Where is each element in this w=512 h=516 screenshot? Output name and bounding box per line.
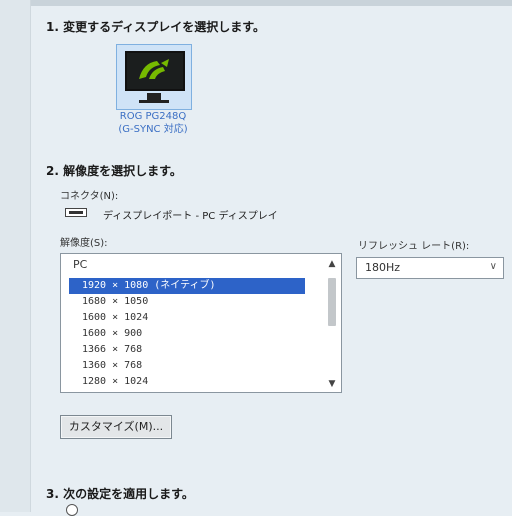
resolution-item[interactable]: 1600 × 900 <box>69 326 305 342</box>
display-caption[interactable]: ROG PG248Q (G-SYNC 対応) <box>96 110 210 136</box>
resolution-item[interactable]: 1600 × 1024 <box>69 310 305 326</box>
chevron-up-icon[interactable]: ▲ <box>325 258 339 270</box>
resolution-item[interactable]: 1360 × 768 <box>69 358 305 374</box>
resolution-listbox[interactable]: PC 1920 × 1080 (ネイティブ) 1680 × 1050 1600 … <box>60 253 342 393</box>
step2-title: 2. 解像度を選択します。 <box>46 164 182 178</box>
resolution-item[interactable]: 1920 × 1080 (ネイティブ) <box>69 278 305 294</box>
refresh-rate-value: 180Hz <box>365 261 401 274</box>
resolution-label: 解像度(S): <box>60 238 108 249</box>
displayport-icon <box>65 208 87 217</box>
display-tile[interactable] <box>116 44 192 110</box>
chevron-down-icon[interactable]: ▼ <box>325 378 339 390</box>
step3-title: 3. 次の設定を適用します。 <box>46 487 194 501</box>
listbox-scrollbar[interactable]: ▲ ▼ <box>325 256 339 390</box>
option-radio[interactable] <box>66 504 78 516</box>
list-group-header: PC <box>73 258 88 271</box>
window-frame-left <box>0 0 31 512</box>
monitor-icon <box>125 51 185 91</box>
resolution-item[interactable]: 1280 × 1024 <box>69 374 305 390</box>
display-subtitle: (G-SYNC 対応) <box>118 124 188 135</box>
monitor-base <box>139 100 169 103</box>
monitor-stand <box>147 93 161 100</box>
scrollbar-thumb[interactable] <box>328 278 336 326</box>
connector-label: コネクタ(N): <box>60 191 119 202</box>
chevron-down-icon: ∨ <box>489 261 497 272</box>
refresh-rate-label: リフレッシュ レート(R): <box>358 241 470 252</box>
resolution-item[interactable]: 1366 × 768 <box>69 342 305 358</box>
display-name: ROG PG248Q <box>119 111 187 122</box>
customize-button[interactable]: カスタマイズ(M)... <box>60 415 172 439</box>
nvidia-logo-icon <box>139 59 169 79</box>
window-frame-top <box>0 0 512 6</box>
step1-title: 1. 変更するディスプレイを選択します。 <box>46 20 266 34</box>
connector-value: ディスプレイポート - PC ディスプレイ <box>103 211 278 222</box>
resolution-item[interactable]: 1680 × 1050 <box>69 294 305 310</box>
refresh-rate-select[interactable]: 180Hz ∨ <box>356 257 504 279</box>
